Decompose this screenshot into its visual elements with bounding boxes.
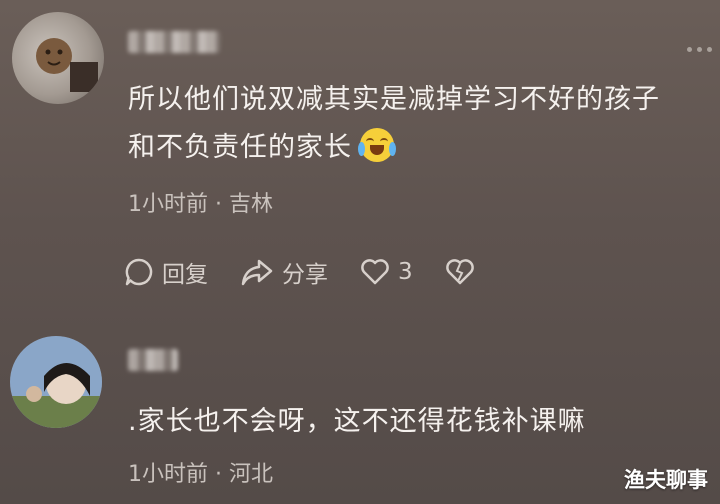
username[interactable] bbox=[128, 349, 178, 371]
more-icon[interactable] bbox=[687, 47, 712, 52]
reply-icon bbox=[125, 258, 153, 286]
reply-button[interactable]: 回复 bbox=[124, 255, 208, 289]
avatar[interactable] bbox=[10, 336, 102, 428]
share-label: 分享 bbox=[282, 262, 328, 288]
comment-actions: 回复 分享 3 bbox=[124, 254, 515, 290]
comment-text: .家长也不会呀，这不还得花钱补课嘛 bbox=[128, 406, 586, 437]
username[interactable] bbox=[128, 31, 220, 53]
share-icon bbox=[241, 259, 273, 286]
like-icon bbox=[361, 259, 389, 285]
comment-meta: 1小时前 · 河北 bbox=[128, 462, 273, 487]
comment-meta: 1小时前 · 吉林 bbox=[128, 192, 273, 217]
comment-text-line2-label: 和不负责任的家长 bbox=[128, 132, 352, 163]
reply-label: 回复 bbox=[162, 262, 208, 288]
share-button[interactable]: 分享 bbox=[240, 255, 328, 289]
comment-text-line2: 和不负责任的家长 bbox=[128, 124, 396, 172]
crying-laughing-emoji-icon bbox=[358, 128, 396, 162]
like-button[interactable]: 3 bbox=[360, 258, 413, 286]
watermark: 渔夫聊事 bbox=[624, 468, 708, 492]
dislike-icon bbox=[445, 259, 474, 285]
dislike-button[interactable] bbox=[445, 258, 483, 286]
avatar[interactable] bbox=[12, 12, 104, 104]
comment-text: 所以他们说双减其实是减掉学习不好的孩子 bbox=[128, 84, 660, 115]
like-count: 3 bbox=[398, 259, 413, 285]
